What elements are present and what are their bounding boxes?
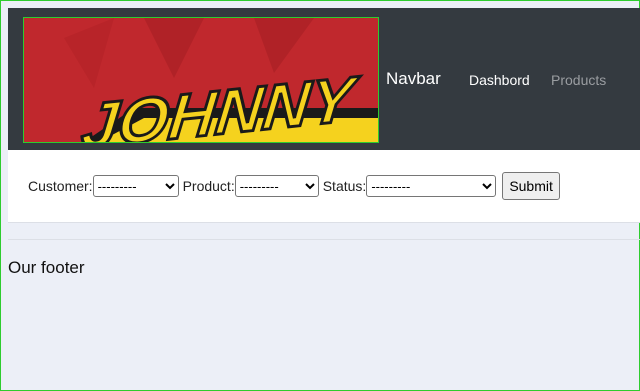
footer-divider bbox=[8, 239, 640, 240]
filter-form: Customer: --------- Product: --------- S… bbox=[8, 150, 640, 223]
status-select[interactable]: --------- bbox=[366, 175, 497, 197]
submit-button[interactable]: Submit bbox=[502, 172, 560, 200]
logo-image[interactable]: JOHNNY bbox=[23, 17, 379, 143]
nav-link-dashboard[interactable]: Dashbord bbox=[469, 72, 530, 88]
customer-label: Customer: bbox=[28, 178, 93, 194]
customer-select[interactable]: --------- bbox=[92, 175, 179, 197]
status-label: Status: bbox=[322, 178, 367, 194]
navbar: JOHNNY Navbar Dashbord Products bbox=[8, 8, 640, 150]
johnny-logo-graphic: JOHNNY bbox=[24, 18, 378, 142]
product-label: Product: bbox=[182, 178, 235, 194]
footer-text: Our footer bbox=[8, 258, 85, 277]
navbar-brand[interactable]: Navbar bbox=[386, 69, 441, 89]
filter-row: Customer: --------- Product: --------- S… bbox=[28, 172, 560, 200]
product-select[interactable]: --------- bbox=[234, 175, 319, 197]
nav-link-products[interactable]: Products bbox=[551, 72, 606, 88]
